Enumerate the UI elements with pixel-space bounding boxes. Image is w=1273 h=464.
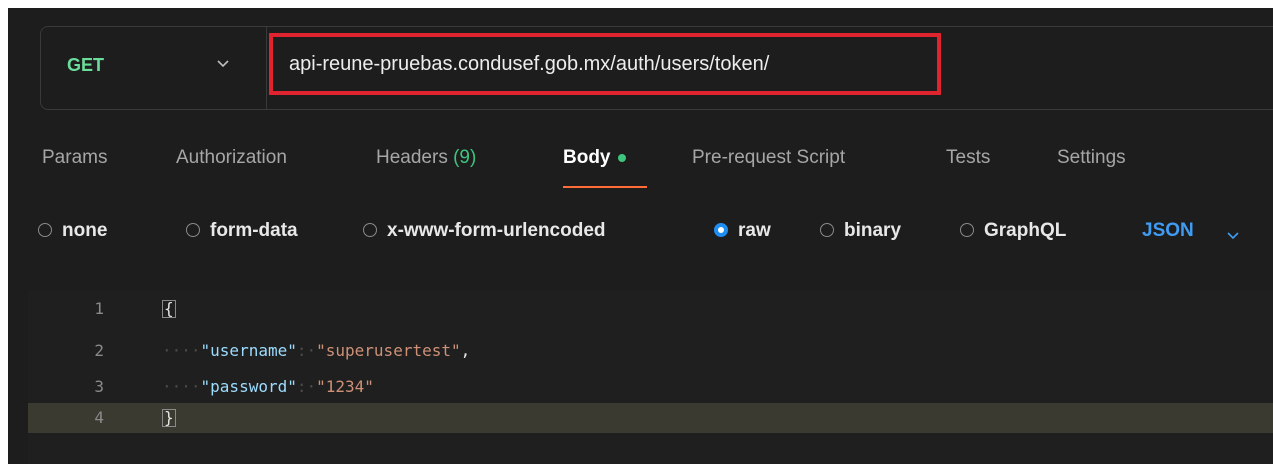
body-modified-dot <box>617 153 626 162</box>
json-comma: , <box>460 341 471 360</box>
editor-line: 3 ····"password":·"1234" <box>28 372 1273 402</box>
radio-icon <box>960 223 974 237</box>
headers-count-badge: (9) <box>453 147 477 168</box>
tab-tests[interactable]: Tests <box>946 147 990 169</box>
body-option-none[interactable]: none <box>38 220 107 242</box>
body-option-form-data[interactable]: form-data <box>186 220 298 242</box>
tab-prerequest-script[interactable]: Pre-request Script <box>692 147 845 169</box>
option-label: binary <box>844 220 902 241</box>
body-option-urlencoded[interactable]: x-www-form-urlencoded <box>363 220 606 242</box>
editor-line: 2 ····"username":·"superusertest", <box>28 336 1273 366</box>
chevron-down-icon[interactable] <box>1224 226 1242 244</box>
whitespace-marker: ···· <box>162 377 201 396</box>
option-label: form-data <box>210 220 298 241</box>
whitespace-marker: ···· <box>162 341 201 360</box>
tab-params[interactable]: Params <box>42 147 107 169</box>
tab-authorization[interactable]: Authorization <box>176 147 287 169</box>
option-label: none <box>62 220 108 241</box>
radio-selected-icon <box>714 223 728 237</box>
json-value: "superusertest" <box>316 341 461 360</box>
json-key: "username" <box>200 341 297 360</box>
chevron-down-icon[interactable] <box>213 53 233 73</box>
radio-icon <box>38 223 52 237</box>
url-input[interactable]: api-reune-pruebas.condusef.gob.mx/auth/u… <box>289 53 769 76</box>
matched-brace: { <box>162 299 176 318</box>
line-code: } <box>162 408 176 427</box>
radio-icon <box>820 223 834 237</box>
line-number: 3 <box>94 377 104 396</box>
editor-line: 1 { <box>28 294 1273 324</box>
line-code: ····"username":·"superusertest", <box>162 341 470 360</box>
body-option-graphql[interactable]: GraphQL <box>960 220 1066 242</box>
tab-body[interactable]: Body <box>563 147 626 169</box>
json-key: "password" <box>200 377 297 396</box>
tab-settings[interactable]: Settings <box>1057 147 1126 169</box>
line-number: 1 <box>94 299 104 318</box>
editor-line-current: 4 } <box>28 403 1273 433</box>
option-label: x-www-form-urlencoded <box>387 220 606 241</box>
tab-body-label: Body <box>563 147 611 168</box>
radio-icon <box>363 223 377 237</box>
line-code: { <box>162 299 176 318</box>
body-option-binary[interactable]: binary <box>820 220 901 242</box>
json-value: "1234" <box>316 377 374 396</box>
request-url-bar: GET api-reune-pruebas.condusef.gob.mx/au… <box>40 26 1273 110</box>
line-code: ····"password":·"1234" <box>162 377 374 396</box>
json-separator: :· <box>296 341 317 360</box>
active-tab-indicator <box>563 186 647 188</box>
divider <box>266 27 267 109</box>
body-format-select[interactable]: JSON <box>1142 220 1194 242</box>
postman-app: GET api-reune-pruebas.condusef.gob.mx/au… <box>8 8 1273 464</box>
matched-brace: } <box>162 408 176 427</box>
option-label: raw <box>738 220 771 241</box>
option-label: GraphQL <box>984 220 1067 241</box>
method-select[interactable]: GET <box>67 55 104 76</box>
line-number: 4 <box>94 408 104 427</box>
tab-headers-label: Headers <box>376 147 448 168</box>
tab-headers[interactable]: Headers (9) <box>376 147 476 169</box>
body-code-editor[interactable]: 1 { 2 ····"username":·"superusertest", 3… <box>28 290 1273 464</box>
line-number: 2 <box>94 341 104 360</box>
json-separator: :· <box>296 377 317 396</box>
body-option-raw[interactable]: raw <box>714 220 771 242</box>
radio-icon <box>186 223 200 237</box>
